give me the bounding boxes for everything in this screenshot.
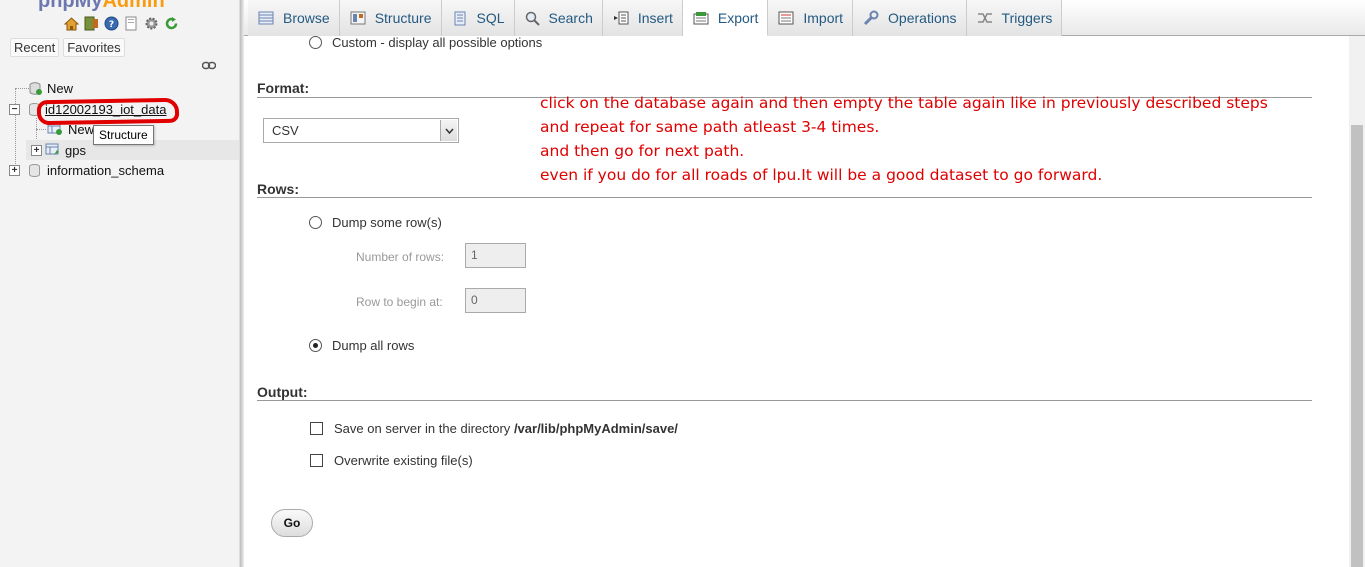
overwrite-files-label: Overwrite existing file(s) (334, 453, 473, 468)
tree-item-new-database[interactable]: New (29, 78, 73, 98)
tab-triggers-label: Triggers (1001, 10, 1053, 26)
format-heading: Format: (257, 80, 310, 96)
expand-plus-icon[interactable]: + (9, 164, 20, 176)
dump-all-rows-label: Dump all rows (332, 338, 415, 353)
browse-icon (258, 11, 274, 25)
tab-sql[interactable]: SQL (441, 0, 515, 36)
annotation-line-4: even if you do for all roads of lpu.It w… (540, 166, 1103, 184)
overwrite-files-option[interactable]: Overwrite existing file(s) (310, 453, 473, 468)
output-heading: Output: (257, 384, 308, 400)
rows-divider (257, 197, 1312, 198)
phpmyadmin-logo[interactable]: phpMyAdmin (38, 0, 165, 13)
tab-search[interactable]: Search (514, 0, 603, 36)
dump-some-rows-label: Dump some row(s) (332, 215, 442, 230)
tab-structure-label: Structure (374, 10, 432, 26)
information-schema-label: information_schema (47, 162, 165, 178)
chevron-down-icon[interactable] (440, 120, 457, 141)
red-highlight-circle (36, 97, 180, 126)
tab-import-label: Import (803, 10, 844, 26)
tree-connector (15, 88, 29, 89)
overwrite-files-checkbox[interactable] (310, 454, 323, 467)
tab-browse-label: Browse (283, 10, 330, 26)
tab-triggers[interactable]: Triggers (966, 0, 1063, 36)
format-select-value: CSV (272, 123, 299, 138)
tree-item-db-information-schema[interactable]: + information_schema (9, 160, 164, 180)
database-icon (29, 163, 40, 177)
collapse-minus-icon[interactable]: − (9, 103, 20, 115)
tab-import[interactable]: Import (768, 0, 854, 36)
dump-all-rows-option[interactable]: Dump all rows (309, 338, 414, 353)
format-select[interactable]: CSV (263, 118, 459, 143)
table-icon (45, 143, 59, 155)
dump-all-rows-radio[interactable] (309, 339, 322, 352)
save-on-server-text: Save on server in the directory (334, 421, 511, 436)
tab-export-label: Export (717, 9, 759, 26)
expand-plus-icon[interactable]: + (31, 144, 42, 156)
tab-operations-label: Operations (888, 10, 957, 26)
annotation-line-1: click on the database again and then emp… (540, 94, 1268, 112)
custom-option-label: Custom - display all possible options (332, 35, 543, 50)
quick-icons-bar: ? (63, 15, 180, 32)
recent-favorites-tabs: Recent Favorites (10, 38, 125, 57)
new-database-icon (29, 81, 42, 95)
structure-tooltip: Structure (93, 125, 154, 145)
save-on-server-label: Save on server in the directory /var/lib… (334, 421, 678, 436)
phpmyadmin-window: phpMyAdmin ? Recent Favorites New − id12… (0, 0, 1365, 567)
rows-heading: Rows: (257, 181, 299, 197)
documentation-icon[interactable] (123, 15, 140, 32)
reload-icon[interactable] (163, 15, 180, 32)
logo-text-php: phpMy (38, 0, 103, 12)
custom-option-radio[interactable] (309, 36, 322, 49)
tab-operations[interactable]: Operations (853, 0, 967, 36)
operations-icon (863, 10, 879, 26)
link-chain-icon[interactable] (202, 61, 216, 70)
settings-gear-icon[interactable] (143, 15, 160, 32)
sql-icon (454, 11, 465, 25)
insert-icon (613, 11, 629, 25)
tab-structure[interactable]: Structure (339, 0, 442, 36)
recent-tab[interactable]: Recent (10, 38, 60, 57)
tab-sql-label: SQL (476, 10, 505, 26)
tab-insert[interactable]: Insert (602, 0, 683, 36)
tab-insert-label: Insert (637, 10, 673, 26)
svg-text:?: ? (109, 20, 114, 30)
navigation-sidebar: phpMyAdmin ? Recent Favorites New − id12… (0, 0, 240, 567)
export-panel: Custom - display all possible options Fo… (244, 35, 1336, 567)
import-icon (778, 11, 794, 25)
annotation-line-3: and then go for next path. (540, 142, 745, 160)
dump-some-rows-radio[interactable] (309, 216, 322, 229)
custom-export-option[interactable]: Custom - display all possible options (309, 35, 542, 50)
annotation-line-2: and repeat for same path atleast 3-4 tim… (540, 118, 880, 136)
row-to-begin-label: Row to begin at: (356, 295, 443, 309)
logo-text-admin: Admin (102, 0, 165, 12)
tab-export[interactable]: Export (682, 0, 769, 36)
help-icon[interactable]: ? (103, 15, 120, 32)
table-gps-label: gps (65, 142, 86, 158)
number-of-rows-input[interactable]: 1 (465, 243, 526, 268)
save-on-server-checkbox[interactable] (310, 422, 323, 435)
triggers-icon (977, 13, 992, 23)
dump-some-rows-option[interactable]: Dump some row(s) (309, 215, 442, 230)
home-icon[interactable] (63, 15, 80, 32)
search-icon (525, 11, 540, 26)
save-directory-path: /var/lib/phpMyAdmin/save/ (513, 421, 678, 436)
structure-icon (350, 11, 366, 25)
favorites-tab[interactable]: Favorites (63, 38, 125, 57)
tree-item-table-gps[interactable]: + gps (31, 140, 86, 160)
tree-connector (36, 129, 46, 130)
red-annotation-text: click on the database again and then emp… (540, 91, 1268, 187)
top-tab-bar: Browse Structure SQL Search Insert Expor… (244, 0, 1365, 36)
number-of-rows-label: Number of rows: (356, 250, 445, 264)
logout-icon[interactable] (83, 15, 100, 32)
go-button[interactable]: Go (271, 509, 313, 537)
export-icon (693, 11, 709, 24)
tab-browse[interactable]: Browse (248, 0, 340, 36)
row-to-begin-input[interactable]: 0 (465, 288, 526, 313)
tab-search-label: Search (548, 10, 593, 26)
output-divider (257, 400, 1312, 401)
save-on-server-option[interactable]: Save on server in the directory /var/lib… (310, 421, 678, 436)
scrollbar-thumb[interactable] (1351, 125, 1363, 567)
new-database-label: New (47, 80, 74, 96)
